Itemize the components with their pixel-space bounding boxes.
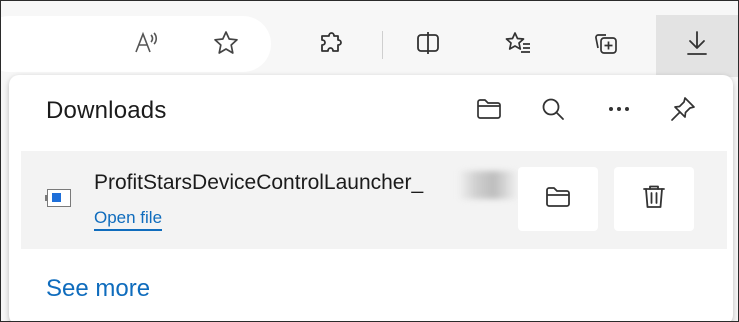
read-aloud-icon <box>132 29 160 62</box>
download-file-name: ProfitStarsDeviceControlLauncher_ <box>94 171 424 194</box>
toolbar-separator <box>382 31 383 59</box>
favorites-list-icon <box>504 29 532 62</box>
open-file-link[interactable]: Open file <box>94 208 163 231</box>
pin-icon <box>669 95 697 128</box>
open-folder-icon <box>475 95 503 128</box>
search-downloads-button[interactable] <box>533 91 573 131</box>
downloads-panel: Downloads ProfitStarsDeviceControlLaunch… <box>9 75 733 321</box>
show-in-folder-button[interactable] <box>518 167 598 231</box>
split-screen-icon <box>414 29 442 62</box>
redacted-file-suffix <box>458 171 518 199</box>
executable-file-icon <box>45 189 71 207</box>
collections-icon <box>592 29 620 62</box>
read-aloud-button[interactable] <box>126 25 166 65</box>
pin-panel-button[interactable] <box>663 91 703 131</box>
search-icon <box>539 95 567 128</box>
download-icon <box>683 29 711 62</box>
star-icon <box>212 29 240 62</box>
show-in-folder-icon <box>543 182 573 217</box>
more-icon <box>605 95 633 128</box>
more-options-button[interactable] <box>599 91 639 131</box>
see-more-link[interactable]: See more <box>46 275 150 303</box>
puzzle-icon <box>317 29 345 62</box>
browser-window: Downloads ProfitStarsDeviceControlLaunch… <box>0 0 739 322</box>
collections-button[interactable] <box>586 25 626 65</box>
extensions-button[interactable] <box>311 25 351 65</box>
open-downloads-folder-button[interactable] <box>469 91 509 131</box>
favorites-button[interactable] <box>498 25 538 65</box>
delete-download-button[interactable] <box>614 167 694 231</box>
delete-icon <box>639 182 669 217</box>
downloads-button-glyph[interactable] <box>677 25 717 65</box>
split-screen-button[interactable] <box>408 25 448 65</box>
download-item[interactable]: ProfitStarsDeviceControlLauncher_ Open f… <box>21 151 727 249</box>
add-favorite-button[interactable] <box>206 25 246 65</box>
panel-title: Downloads <box>46 97 167 124</box>
